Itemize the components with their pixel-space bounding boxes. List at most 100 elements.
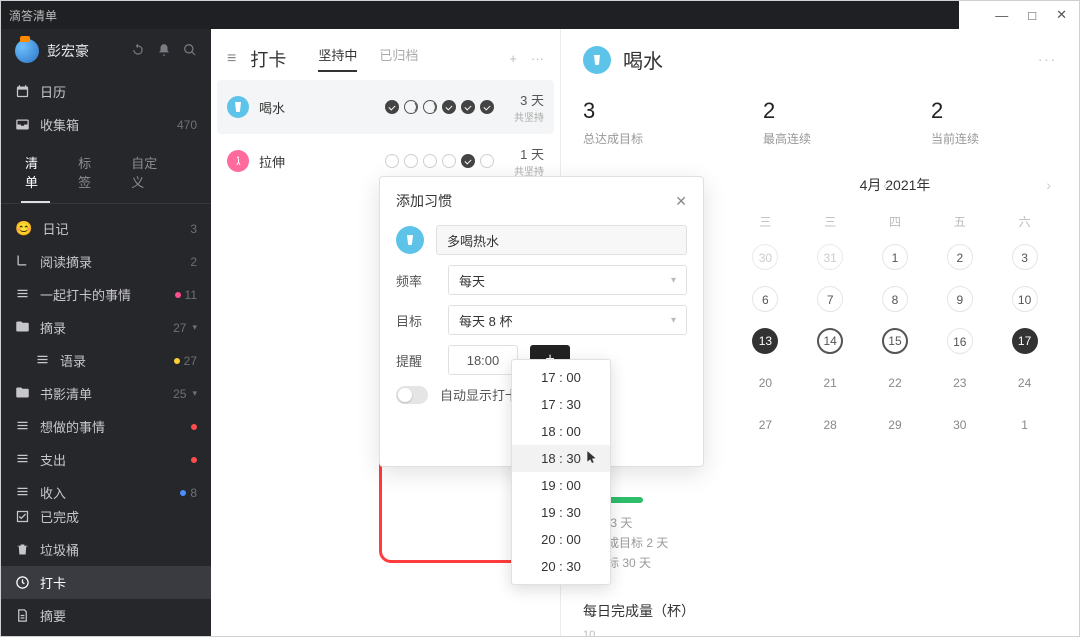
- stat-label: 总达成目标: [583, 130, 643, 147]
- profile-name: 彭宏豪: [47, 41, 89, 61]
- time-option[interactable]: 17 : 00: [512, 364, 610, 391]
- calendar-day[interactable]: 30: [733, 236, 798, 278]
- sidebar-item-inbox[interactable]: 收集箱 470: [1, 108, 211, 141]
- time-option[interactable]: 18 : 30: [512, 445, 610, 472]
- habit-name-input[interactable]: 多喝热水: [436, 225, 687, 255]
- calendar-day[interactable]: 15: [863, 320, 928, 362]
- calendar-day[interactable]: 16: [927, 320, 992, 362]
- tab-tags[interactable]: 标签: [74, 145, 103, 203]
- sidebar-item-已完成[interactable]: 已完成: [1, 500, 211, 533]
- prev-month-icon[interactable]: ‹: [883, 177, 888, 193]
- water-icon[interactable]: [396, 226, 424, 254]
- maximize-icon[interactable]: □: [1028, 8, 1036, 23]
- sidebar-item-label: 一起打卡的事情: [40, 285, 131, 304]
- sidebar-item-日记[interactable]: 😊日记 3: [1, 212, 211, 245]
- calendar-day[interactable]: 23: [927, 362, 992, 404]
- check-icon[interactable]: [461, 154, 475, 168]
- calendar-day[interactable]: 14: [798, 320, 863, 362]
- dow-label: 四: [863, 213, 928, 230]
- calendar-day[interactable]: 24: [992, 362, 1057, 404]
- sidebar-item-calendar[interactable]: 日历: [1, 75, 211, 108]
- close-icon[interactable]: ✕: [1056, 7, 1067, 23]
- reminder-time-input[interactable]: 18:00: [448, 345, 518, 375]
- time-option[interactable]: 17 : 30: [512, 391, 610, 418]
- sidebar-item-label: 垃圾桶: [40, 540, 79, 559]
- more-icon[interactable]: ···: [1038, 52, 1057, 67]
- calendar-day[interactable]: 30: [927, 404, 992, 446]
- time-option[interactable]: 19 : 00: [512, 472, 610, 499]
- search-icon[interactable]: [183, 43, 197, 60]
- hamburger-icon[interactable]: ≡: [227, 50, 236, 68]
- check-icon[interactable]: [404, 100, 418, 114]
- calendar-day[interactable]: 21: [798, 362, 863, 404]
- auto-show-toggle[interactable]: [396, 386, 428, 404]
- sync-icon[interactable]: [131, 43, 145, 60]
- sidebar-item-一起打卡的事情[interactable]: 一起打卡的事情 11: [1, 278, 211, 311]
- check-icon[interactable]: [385, 154, 399, 168]
- profile[interactable]: 彭宏豪: [1, 29, 211, 75]
- sidebar-item-阅读摘录[interactable]: 阅读摘录 2: [1, 245, 211, 278]
- check-icon[interactable]: [404, 154, 418, 168]
- tab-ongoing[interactable]: 坚持中: [318, 45, 357, 72]
- count-badge: 470: [177, 118, 197, 132]
- calendar-day[interactable]: 8: [863, 278, 928, 320]
- sidebar-item-收入[interactable]: 收入 8: [1, 476, 211, 500]
- sidebar-item-想做的事情[interactable]: 想做的事情: [1, 410, 211, 443]
- minimize-icon[interactable]: —: [995, 8, 1008, 23]
- calendar-day[interactable]: 13: [733, 320, 798, 362]
- tab-custom[interactable]: 自定义: [127, 145, 167, 203]
- calendar-day[interactable]: 7: [798, 278, 863, 320]
- check-icon[interactable]: [442, 100, 456, 114]
- calendar-day[interactable]: 3: [992, 236, 1057, 278]
- sidebar-item-打卡[interactable]: 打卡: [1, 566, 211, 599]
- calendar-day[interactable]: 29: [863, 404, 928, 446]
- calendar-day[interactable]: 31: [798, 236, 863, 278]
- time-options-dropdown: 17 : 0017 : 3018 : 0018 : 3019 : 0019 : …: [511, 359, 611, 585]
- sidebar-item-label: 摘录: [40, 318, 66, 337]
- stretch-icon: [227, 150, 249, 172]
- tab-lists[interactable]: 清单: [21, 145, 50, 203]
- more-icon[interactable]: ···: [531, 51, 544, 66]
- sidebar-item-label: 摘要: [40, 606, 66, 625]
- check-icon[interactable]: [442, 154, 456, 168]
- check-icon[interactable]: [423, 100, 437, 114]
- check-icon[interactable]: [423, 154, 437, 168]
- calendar-day[interactable]: 17: [992, 320, 1057, 362]
- calendar-day[interactable]: 1: [992, 404, 1057, 446]
- calendar-day[interactable]: 10: [992, 278, 1057, 320]
- calendar-day[interactable]: 27: [733, 404, 798, 446]
- dow-label: 五: [927, 213, 992, 230]
- sidebar-item-摘录[interactable]: 摘录 27▾: [1, 311, 211, 344]
- check-icon[interactable]: [480, 100, 494, 114]
- sidebar-item-垃圾桶[interactable]: 垃圾桶: [1, 533, 211, 566]
- goal-select[interactable]: 每天 8 杯▾: [448, 305, 687, 335]
- time-option[interactable]: 19 : 30: [512, 499, 610, 526]
- time-option[interactable]: 20 : 00: [512, 526, 610, 553]
- sidebar-item-摘要[interactable]: 摘要: [1, 599, 211, 632]
- add-habit-icon[interactable]: +: [509, 51, 517, 66]
- y-axis-label: 10: [583, 629, 1057, 636]
- check-icon[interactable]: [385, 100, 399, 114]
- calendar-day[interactable]: 6: [733, 278, 798, 320]
- calendar-day[interactable]: 28: [798, 404, 863, 446]
- time-option[interactable]: 18 : 00: [512, 418, 610, 445]
- frequency-select[interactable]: 每天▾: [448, 265, 687, 295]
- sidebar-item-支出[interactable]: 支出: [1, 443, 211, 476]
- calendar-day[interactable]: 2: [927, 236, 992, 278]
- close-icon[interactable]: ✕: [675, 193, 687, 210]
- bell-icon[interactable]: [157, 43, 171, 60]
- calendar-day[interactable]: 22: [863, 362, 928, 404]
- habit-row[interactable]: 喝水 3 天共坚持: [217, 80, 554, 134]
- calendar-day[interactable]: 20: [733, 362, 798, 404]
- calendar-day[interactable]: 9: [927, 278, 992, 320]
- next-month-icon[interactable]: ›: [1046, 177, 1051, 193]
- sidebar-item-书影清单[interactable]: 书影清单 25▾: [1, 377, 211, 410]
- check-icon[interactable]: [461, 100, 475, 114]
- check-icon[interactable]: [480, 154, 494, 168]
- tab-archived[interactable]: 已归档: [379, 45, 418, 72]
- sidebar-item-label: 收入: [40, 483, 66, 500]
- calendar-month: 4月 2021年: [860, 175, 931, 195]
- calendar-day[interactable]: 1: [863, 236, 928, 278]
- sidebar-item-语录[interactable]: 语录 27: [1, 344, 211, 377]
- time-option[interactable]: 20 : 30: [512, 553, 610, 580]
